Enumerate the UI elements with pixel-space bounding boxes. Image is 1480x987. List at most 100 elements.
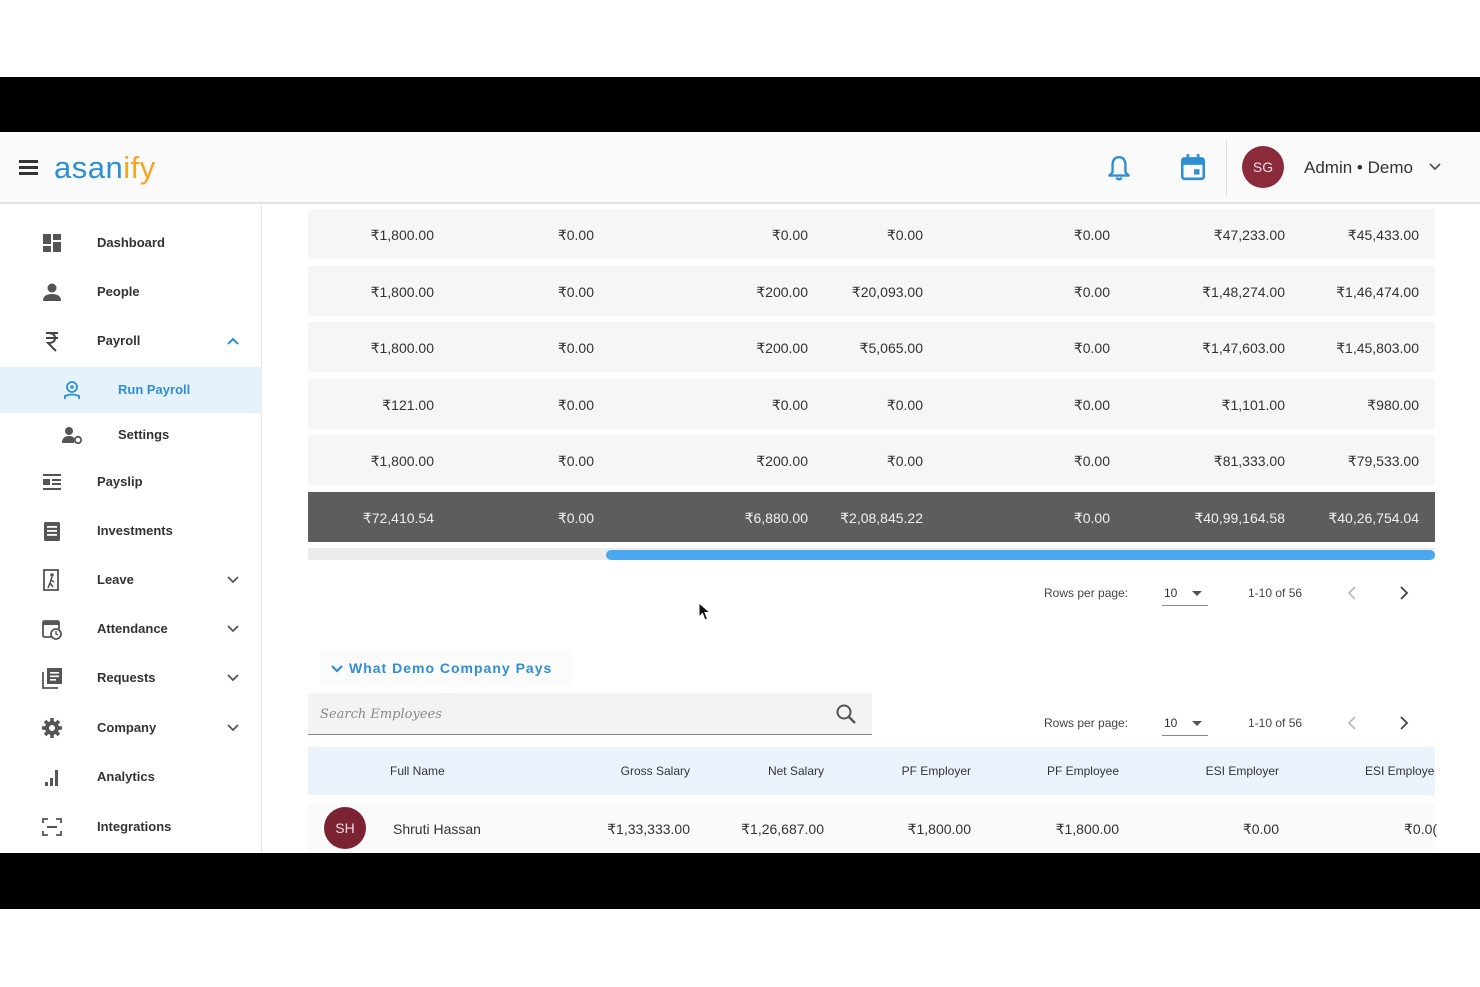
requests-icon (42, 668, 62, 689)
rows-per-page-select[interactable]: 10 (1162, 578, 1208, 606)
chevron-right-icon[interactable] (1398, 715, 1410, 731)
sidebar-item-label: Attendance (97, 621, 168, 636)
investments-icon (44, 522, 60, 541)
chevron-down-icon[interactable] (226, 575, 240, 585)
sidebar-item-requests[interactable]: Requests (0, 655, 262, 701)
column-header-pf-employer[interactable]: PF Employer (902, 764, 971, 778)
sidebar-item-label: Run Payroll (118, 382, 191, 397)
total-cell: ₹72,410.54 (362, 510, 434, 526)
app-window: asanify SG Admin • Demo Dashboard People… (0, 132, 1480, 853)
table-row: ₹121.00 ₹0.00 ₹0.00 ₹0.00 ₹0.00 ₹1,101.0… (308, 379, 1435, 429)
scrollbar-thumb[interactable] (606, 550, 1435, 560)
chevron-left-icon[interactable] (1346, 715, 1358, 731)
sidebar-item-label: Company (97, 720, 157, 735)
sidebar-item-attendance[interactable]: Attendance (0, 606, 262, 652)
rupee-icon (45, 332, 58, 352)
sidebar-item-analytics[interactable]: Analytics (0, 754, 262, 800)
gross-salary-cell: ₹1,33,333.00 (607, 821, 690, 837)
rows-per-page-value: 10 (1164, 716, 1178, 730)
sidebar-item-payroll[interactable]: Payroll (0, 318, 262, 364)
table-cell: ₹200.00 (756, 453, 808, 469)
chevron-down-icon (331, 665, 343, 673)
chevron-down-icon[interactable] (226, 673, 240, 683)
esi-employee-cell: ₹0.0( (1404, 821, 1438, 837)
user-avatar[interactable]: SG (1242, 146, 1284, 188)
table-cell: ₹0.00 (886, 397, 923, 413)
menu-icon[interactable] (19, 160, 38, 176)
rows-per-page-value: 10 (1164, 586, 1178, 600)
letterbox-top (0, 77, 1480, 132)
table-cell: ₹0.00 (771, 227, 808, 243)
total-cell: ₹0.00 (557, 510, 594, 526)
table-cell: ₹47,233.00 (1213, 227, 1285, 243)
table-cell: ₹45,433.00 (1347, 227, 1419, 243)
table-row[interactable]: SH Shruti Hassan ₹1,33,333.00 ₹1,26,687.… (308, 804, 1438, 853)
sidebar-item-investments[interactable]: Investments (0, 508, 262, 554)
column-header-full-name[interactable]: Full Name (390, 764, 445, 778)
logo[interactable]: asanify (54, 150, 156, 186)
gear-icon (42, 718, 62, 738)
sidebar-item-leave[interactable]: Leave (0, 557, 262, 603)
table-cell: ₹0.00 (1073, 453, 1110, 469)
column-header-esi-employer[interactable]: ESI Employer (1206, 764, 1279, 778)
chevron-up-icon[interactable] (226, 336, 240, 346)
table-cell: ₹0.00 (886, 227, 923, 243)
page-range: 1-10 of 56 (1248, 716, 1303, 730)
bell-icon[interactable] (1106, 154, 1132, 182)
rows-per-page-select[interactable]: 10 (1162, 708, 1208, 736)
esi-employer-cell: ₹0.00 (1242, 821, 1279, 837)
total-cell: ₹40,99,164.58 (1194, 510, 1285, 526)
search-employees-input[interactable]: Search Employees (308, 693, 872, 735)
sidebar-item-payslip[interactable]: Payslip (0, 459, 262, 505)
top-header: asanify SG Admin • Demo (0, 132, 1480, 204)
section-toggle-what-company-pays[interactable]: What Demo Company Pays (320, 650, 572, 686)
pf-employer-cell: ₹1,800.00 (907, 821, 971, 837)
employee-name[interactable]: Shruti Hassan (393, 821, 481, 837)
table-cell: ₹1,101.00 (1221, 397, 1285, 413)
column-header-esi-employee[interactable]: ESI Employe (1365, 764, 1434, 778)
chevron-down-icon[interactable] (226, 624, 240, 634)
sidebar-item-people[interactable]: People (0, 269, 262, 315)
analytics-icon (45, 770, 58, 786)
sidebar-item-settings[interactable]: Settings (0, 412, 262, 458)
sidebar-item-label: Requests (97, 670, 156, 685)
sidebar-item-company[interactable]: Company (0, 705, 262, 751)
run-payroll-icon (64, 381, 80, 399)
horizontal-scrollbar[interactable] (308, 548, 1435, 560)
chevron-down-icon[interactable] (1428, 162, 1442, 172)
column-header-pf-employee[interactable]: PF Employee (1047, 764, 1119, 778)
column-header-gross-salary[interactable]: Gross Salary (621, 764, 690, 778)
chevron-down-icon[interactable] (226, 723, 240, 733)
table-cell: ₹1,800.00 (370, 340, 434, 356)
table-cell: ₹0.00 (557, 340, 594, 356)
table-pagination: Rows per page: 10 1-10 of 56 (1044, 708, 1424, 738)
table-cell: ₹0.00 (1073, 227, 1110, 243)
sidebar-item-run-payroll[interactable]: Run Payroll (0, 367, 262, 413)
table-pagination: Rows per page: 10 1-10 of 56 (1044, 578, 1424, 608)
sidebar-item-dashboard[interactable]: Dashboard (0, 220, 262, 266)
table-cell: ₹5,065.00 (859, 340, 923, 356)
sidebar-item-label: Payslip (97, 474, 143, 489)
main-content: ₹1,800.00 ₹0.00 ₹0.00 ₹0.00 ₹0.00 ₹47,23… (262, 206, 1480, 853)
dashboard-icon (43, 234, 61, 252)
payslip-icon (43, 474, 61, 490)
integrations-icon (42, 818, 62, 836)
sidebar-item-label: Integrations (97, 819, 172, 834)
section-title: What Demo Company Pays (349, 660, 553, 676)
table-header: Full Name Gross Salary Net Salary PF Emp… (308, 747, 1435, 795)
search-icon[interactable] (835, 703, 857, 725)
total-cell: ₹40,26,754.04 (1328, 510, 1419, 526)
user-menu-label[interactable]: Admin • Demo (1304, 158, 1413, 178)
calendar-icon[interactable] (1180, 153, 1206, 181)
table-cell: ₹0.00 (1073, 284, 1110, 300)
chevron-left-icon[interactable] (1346, 585, 1358, 601)
sidebar-item-integrations[interactable]: Integrations (0, 804, 262, 850)
chevron-right-icon[interactable] (1398, 585, 1410, 601)
table-cell: ₹1,800.00 (370, 453, 434, 469)
search-placeholder: Search Employees (320, 707, 442, 722)
letterbox-bottom (0, 853, 1480, 909)
person-icon (43, 283, 61, 301)
column-header-net-salary[interactable]: Net Salary (768, 764, 824, 778)
sidebar-item-label: Leave (97, 572, 134, 587)
pf-employee-cell: ₹1,800.00 (1055, 821, 1119, 837)
